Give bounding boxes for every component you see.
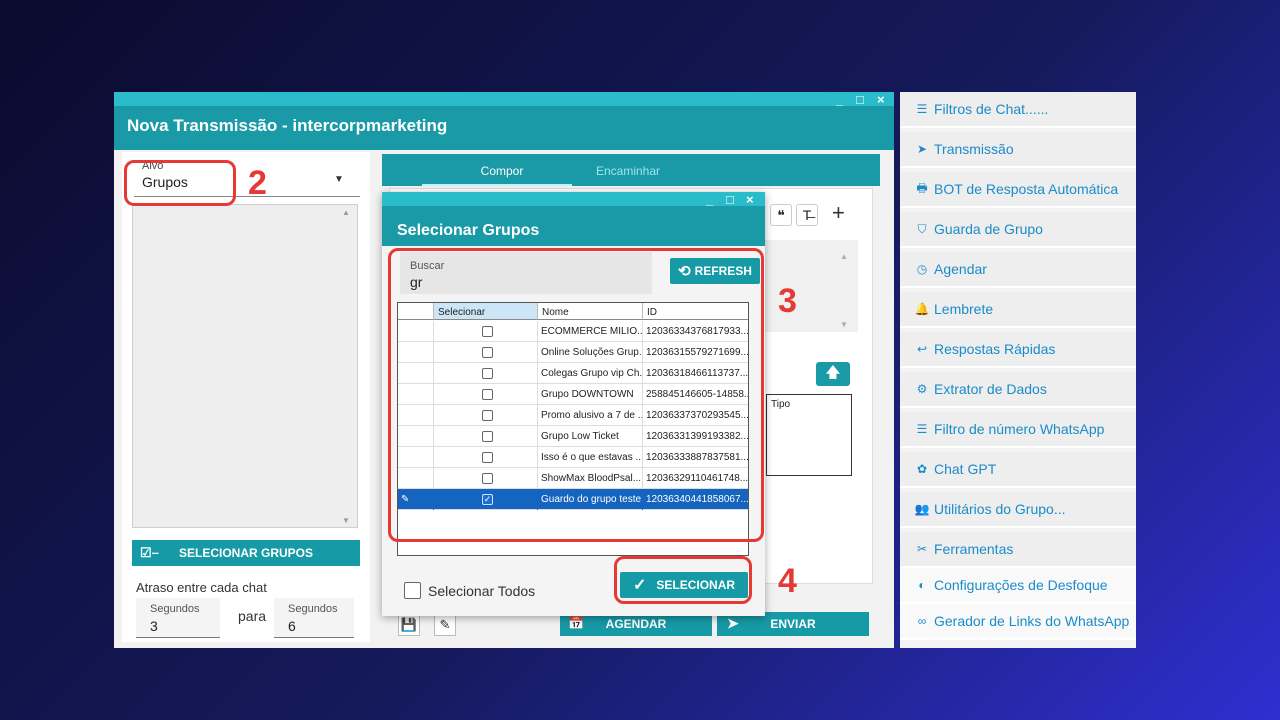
tools-icon: ✂	[916, 542, 928, 556]
sidebar-item-utilit-rios-do-grupo[interactable]: 👥 Utilitários do Grupo...	[900, 492, 1136, 528]
save-icon[interactable]: 💾	[398, 614, 420, 636]
seconds-label: Segundos	[150, 603, 200, 615]
tab-bar: Compor Encaminhar	[382, 154, 880, 186]
delay-min-field[interactable]: Segundos 3	[136, 598, 220, 638]
arrow-up-icon: 🡅	[825, 363, 841, 381]
dialog-minimize-button[interactable]: _	[706, 192, 713, 207]
select-groups-label: SELECIONAR GRUPOS	[178, 546, 313, 560]
scroll-down-icon[interactable]: ▼	[342, 516, 350, 525]
sidebar-item-label: Lembrete	[934, 301, 994, 317]
filter-icon: ☰	[916, 102, 928, 116]
sidebar-item-label: Transmissão	[934, 141, 1014, 157]
delay-max-field[interactable]: Segundos 6	[274, 598, 354, 638]
reply-icon: ↩	[916, 342, 928, 356]
shield-icon: ⛉	[917, 221, 927, 236]
sidebar-item-transmiss-o[interactable]: ➤ Transmissão	[900, 132, 1136, 168]
sidebar-item-guarda-de-grupo[interactable]: ⛉ Guarda de Grupo	[900, 212, 1136, 248]
active-tab-indicator	[422, 184, 572, 186]
annotation-3: 3	[778, 282, 797, 320]
annotation-2: 2	[248, 164, 267, 202]
sidebar-item-label: Ferramentas	[934, 541, 1014, 557]
chevron-down-icon[interactable]: ▼	[334, 174, 344, 185]
sidebar-item-label: Agendar	[934, 261, 987, 277]
sidebar: ☰ Filtros de Chat...... ➤ Transmissão 🖶 BOT d…	[900, 92, 1136, 648]
link-icon: ∞	[917, 614, 927, 628]
sidebar-item-agendar[interactable]: ◷ Agendar	[900, 252, 1136, 288]
sidebar-item-configura-es-de-desfoque[interactable]: ◐ Configurações de Desfoque	[900, 568, 1136, 604]
edit-icon[interactable]: ✎	[434, 614, 456, 636]
sidebar-item-respostas-r-pidas[interactable]: ↩ Respostas Rápidas	[900, 332, 1136, 368]
sidebar-item-gerador-de-links-do-whatsapp[interactable]: ∞ Gerador de Links do WhatsApp	[900, 604, 1136, 640]
sidebar-item-label: Extrator de Dados	[934, 381, 1047, 397]
sidebar-item-label: Gerador de Links do WhatsApp	[934, 613, 1130, 629]
delay-max-value: 6	[288, 618, 296, 634]
robot-icon: 🖶	[916, 180, 928, 195]
send-icon: ➤	[916, 142, 928, 156]
scroll-up-icon[interactable]: ▲	[840, 252, 848, 261]
sidebar-item-label: Respostas Rápidas	[934, 341, 1056, 357]
dialog-title-bar: Selecionar Grupos _ □ ×	[382, 192, 765, 246]
highlight-box-2	[124, 160, 236, 206]
select-groups-button[interactable]: ☑– SELECIONAR GRUPOS	[132, 540, 360, 566]
tipo-column-header: Tipo	[771, 399, 791, 410]
groups-listbox[interactable]	[132, 204, 358, 528]
window-title: Nova Transmissão - intercorpmarketing	[127, 116, 448, 135]
plus-icon[interactable]: +	[832, 200, 845, 226]
select-all-label: Selecionar Todos	[428, 583, 536, 599]
bell-icon: 🔔	[914, 302, 930, 316]
tab-compor[interactable]: Compor	[452, 164, 552, 178]
send-icon: ➤	[727, 615, 739, 631]
atraso-label: Atraso entre cada chat	[136, 580, 267, 595]
title-strip	[114, 92, 894, 106]
checklist-icon: ☑–	[140, 545, 159, 560]
openai-icon: ✿	[916, 462, 928, 476]
scroll-up-icon[interactable]: ▲	[342, 208, 350, 217]
clock-icon: ◷	[916, 262, 928, 276]
enviar-label: ENVIAR	[770, 617, 816, 631]
sidebar-item-label: Utilitários do Grupo...	[934, 501, 1066, 517]
seconds-label: Segundos	[288, 603, 338, 615]
para-label: para	[238, 608, 267, 624]
sidebar-item-label: Filtros de Chat......	[934, 101, 1049, 117]
sidebar-item-ferramentas[interactable]: ✂ Ferramentas	[900, 532, 1136, 568]
sidebar-item-label: Configurações de Desfoque	[934, 577, 1108, 593]
tab-encaminhar[interactable]: Encaminhar	[578, 164, 678, 178]
sidebar-item-filtro-de-n-mero-whatsapp[interactable]: ☰ Filtro de número WhatsApp	[900, 412, 1136, 448]
user-gear-icon: ⚙	[916, 382, 928, 396]
agendar-label: AGENDAR	[605, 617, 667, 631]
title-bar: Nova Transmissão - intercorpmarketing _ …	[114, 92, 894, 150]
dialog-title: Selecionar Grupos	[397, 222, 540, 239]
quote-icon[interactable]: ❝	[770, 204, 792, 226]
strikethrough-icon[interactable]: T̶	[796, 204, 818, 226]
calendar-icon: 📅	[568, 615, 585, 630]
attachments-table: Tipo	[766, 394, 852, 476]
annotation-4: 4	[778, 562, 797, 600]
maximize-button[interactable]: □	[856, 92, 864, 107]
sidebar-item-extrator-de-dados[interactable]: ⚙ Extrator de Dados	[900, 372, 1136, 408]
sidebar-item-filtros-de-chat[interactable]: ☰ Filtros de Chat......	[900, 92, 1136, 128]
select-all-checkbox[interactable]	[404, 582, 421, 599]
upload-button[interactable]: 🡅	[816, 362, 850, 386]
minimize-button[interactable]: _	[836, 92, 843, 107]
scroll-down-icon[interactable]: ▼	[840, 320, 848, 329]
sidebar-item-bot-de-resposta-autom-tica[interactable]: 🖶 BOT de Resposta Automática	[900, 172, 1136, 208]
sidebar-item-lembrete[interactable]: 🔔 Lembrete	[900, 292, 1136, 328]
dialog-close-button[interactable]: ×	[746, 192, 754, 207]
sidebar-item-label: Chat GPT	[934, 461, 997, 477]
dialog-maximize-button[interactable]: □	[726, 192, 734, 207]
blur-icon: ◐	[918, 578, 926, 592]
close-button[interactable]: ×	[877, 92, 885, 107]
highlight-box-3	[388, 248, 764, 542]
delay-min-value: 3	[150, 618, 158, 634]
sidebar-item-label: BOT de Resposta Automática	[934, 181, 1119, 197]
filter-icon: ☰	[916, 422, 928, 436]
sidebar-item-label: Guarda de Grupo	[934, 221, 1043, 237]
sidebar-item-chat-gpt[interactable]: ✿ Chat GPT	[900, 452, 1136, 488]
left-panel: Alvo Grupos ▼ ▲ ▼ ☑– SELECIONAR GRUPOS A…	[122, 152, 370, 642]
users-icon: 👥	[914, 502, 930, 516]
highlight-box-4	[614, 556, 752, 604]
sidebar-item-label: Filtro de número WhatsApp	[934, 421, 1105, 437]
